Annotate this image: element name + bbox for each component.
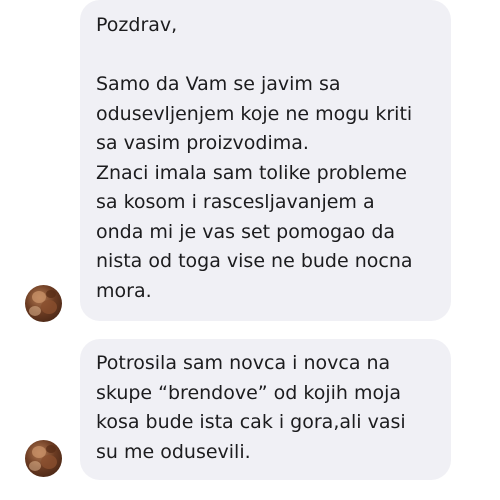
sender-avatar[interactable] xyxy=(25,285,62,322)
message-line: odusevljenjem koje ne mogu kriti xyxy=(96,102,413,125)
message-line: Samo da Vam se javim sa xyxy=(96,73,341,95)
message-line: nista od toga vise ne bude nocna xyxy=(96,250,413,272)
message-line: Znaci imala sam tolike probleme xyxy=(96,161,407,184)
message-line: su me odusevili. xyxy=(96,440,251,463)
message-line: mora. xyxy=(96,279,152,302)
message-line: sa kosom i rascesljavanjem a xyxy=(96,191,375,213)
message-line: skupe “brendove” od kojih moja xyxy=(96,381,402,404)
sender-avatar[interactable] xyxy=(25,440,62,477)
profile-photo-icon xyxy=(29,445,57,471)
message-bubble[interactable]: Potrosila sam novca i novca na skupe “br… xyxy=(80,339,451,480)
message-bubble[interactable]: Pozdrav, Samo da Vam se javim sa odusevl… xyxy=(80,0,451,321)
message-line: onda mi je vas set pomogao da xyxy=(96,220,396,243)
message-line: kosa bude ista cak i gora,ali vasi xyxy=(96,411,406,433)
profile-photo-icon xyxy=(29,290,57,316)
message-line: sa vasim proizvodima. xyxy=(96,132,309,154)
message-line: Potrosila sam novca i novca na xyxy=(96,352,391,374)
message-line: Pozdrav, xyxy=(96,14,178,36)
